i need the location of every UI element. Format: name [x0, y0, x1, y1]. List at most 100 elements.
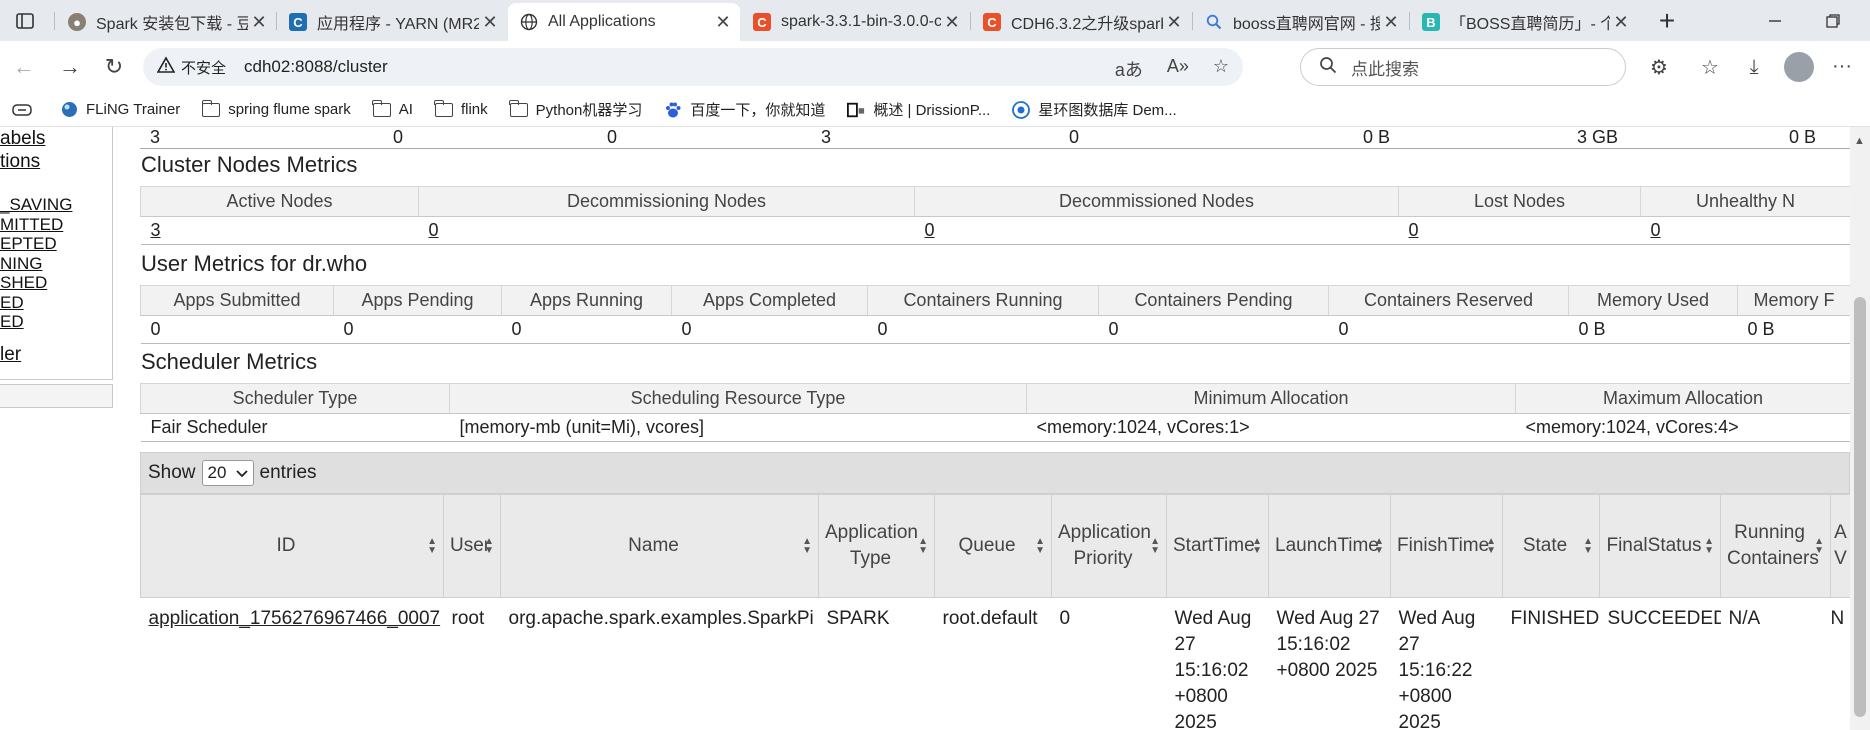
folder-icon: [434, 99, 453, 118]
new-tab-button[interactable]: +: [1654, 5, 1680, 36]
bookmark-transwarp[interactable]: 星环图数据库 Dem...: [1012, 99, 1177, 120]
folder-icon: [509, 99, 528, 118]
column-header-queue[interactable]: Queue ▲ ▼: [934, 494, 1052, 598]
cluster-metrics-row: 3 0 0 3 0 0 B 3 GB 0 B: [140, 127, 1850, 149]
nav-applications[interactable]: tions: [0, 151, 40, 173]
tab-all-applications[interactable]: All Applications ✕: [508, 3, 740, 41]
nav-submitted[interactable]: MITTED: [0, 215, 63, 235]
bookmark-fling-trainer[interactable]: FLiNG Trainer: [60, 101, 180, 118]
downloads-icon[interactable]: ⤓: [1740, 53, 1768, 81]
maximum-allocation-value: <memory:1024, vCores:4>: [1515, 413, 1850, 442]
metric-value: 0: [1328, 315, 1569, 344]
sort-icon: ▲ ▼: [1486, 536, 1496, 556]
decommissioning-nodes-link[interactable]: 0: [418, 216, 915, 245]
bookmark-folder-spring[interactable]: spring flume spark: [201, 99, 351, 118]
tab-boss-resume[interactable]: B 「BOSS直聘简历」- 个人 ✕: [1410, 3, 1638, 41]
app-name: org.apache.spark.examples.SparkPi: [508, 608, 814, 629]
tab-yarn-apps[interactable]: C 应用程序 - YARN (MR2 Included) ✕: [277, 3, 507, 41]
sort-icon: ▲ ▼: [1252, 536, 1262, 556]
resource-type-value: [memory-mb (unit=Mi), vcores]: [449, 413, 1027, 442]
translate-icon[interactable]: aあ: [1115, 56, 1143, 82]
reload-icon[interactable]: ↻: [100, 53, 128, 81]
back-icon[interactable]: ←: [10, 53, 38, 81]
nav-scheduler[interactable]: ler: [0, 344, 21, 366]
favorite-star-icon[interactable]: ☆: [1213, 56, 1229, 82]
read-aloud-icon[interactable]: A»: [1167, 56, 1189, 82]
app-queue: root.default: [942, 608, 1038, 629]
close-tab-icon[interactable]: ✕: [1610, 12, 1632, 33]
cluster-metric-value: 0 B: [1789, 127, 1817, 147]
scrollbar-thumb[interactable]: [1854, 297, 1866, 717]
tab-spark-download[interactable]: ● Spark 安装包下载 - 豆包 ✕: [56, 3, 276, 41]
extensions-icon[interactable]: ⚙: [1645, 53, 1673, 81]
column-header: Containers Reserved: [1328, 285, 1569, 316]
app-type: SPARK: [826, 608, 890, 629]
column-header-priority[interactable]: Application Priority ▲ ▼: [1051, 494, 1167, 598]
close-tab-icon[interactable]: ✕: [479, 12, 501, 33]
metric-value: 0: [671, 315, 868, 344]
column-header: Active Nodes: [140, 186, 419, 217]
nav-killed[interactable]: ED: [0, 312, 24, 332]
bookmark-drissionpage[interactable]: 概述 | DrissionP...: [847, 99, 990, 120]
vertical-scrollbar[interactable]: ▲: [1850, 127, 1870, 730]
tab-spark-bin[interactable]: C spark-3.3.1-bin-3.0.0-cdh6.3.2 ✕: [741, 3, 969, 41]
unhealthy-nodes-link[interactable]: 0: [1640, 216, 1850, 245]
decommissioned-nodes-link[interactable]: 0: [914, 216, 1399, 245]
nav-finished[interactable]: SHED: [0, 273, 47, 293]
address-bar[interactable]: 不安全 cdh02:8088/cluster aあ A» ☆: [143, 48, 1243, 86]
scheduler-type-value: Fair Scheduler: [140, 413, 450, 442]
forward-icon[interactable]: →: [56, 53, 84, 81]
search-box[interactable]: 点此搜索: [1300, 48, 1626, 86]
restore-icon[interactable]: [1820, 8, 1846, 34]
lost-nodes-link[interactable]: 0: [1398, 216, 1641, 245]
reading-list-icon[interactable]: [12, 103, 32, 117]
search-placeholder: 点此搜索: [1351, 59, 1419, 79]
close-tab-icon[interactable]: ✕: [941, 12, 963, 33]
url-text[interactable]: cdh02:8088/cluster: [244, 57, 388, 77]
metric-value: 0: [333, 315, 502, 344]
baidu-icon: [664, 102, 682, 118]
nav-running[interactable]: NING: [0, 254, 43, 274]
app-launchtime: Wed Aug 27 15:16:02 +0800 2025: [1276, 608, 1380, 681]
column-header-user[interactable]: User ▲ ▼: [443, 494, 501, 598]
minimize-icon[interactable]: [1762, 8, 1788, 34]
column-header-application-type[interactable]: Application Type ▲ ▼: [818, 494, 935, 598]
more-menu-icon[interactable]: ···: [1832, 55, 1852, 78]
bookmark-folder-python[interactable]: Python机器学习: [509, 99, 642, 120]
column-header: Unhealthy N: [1640, 186, 1850, 217]
active-nodes-link[interactable]: 3: [140, 216, 419, 245]
datatable-length-bar: Show 20 entries: [140, 452, 1850, 494]
scroll-up-icon[interactable]: ▲: [1854, 135, 1865, 147]
bookmark-folder-ai[interactable]: AI: [372, 99, 413, 118]
close-tab-icon[interactable]: ✕: [248, 12, 270, 33]
close-tab-icon[interactable]: ✕: [1380, 12, 1402, 33]
nav-new-saving[interactable]: _SAVING: [0, 195, 72, 215]
column-header-running-containers[interactable]: Running Containers ▲ ▼: [1720, 494, 1831, 598]
column-header-finishtime[interactable]: FinishTime ▲ ▼: [1390, 494, 1503, 598]
bookmark-baidu[interactable]: 百度一下，你就知道: [664, 99, 825, 120]
entries-select[interactable]: 20: [201, 460, 254, 486]
application-id-link[interactable]: application_1756276967466_0007: [141, 598, 444, 730]
column-header: Lost Nodes: [1398, 186, 1641, 217]
column-header-id[interactable]: ID ▲ ▼: [140, 494, 444, 598]
column-header-starttime[interactable]: StartTime ▲ ▼: [1166, 494, 1269, 598]
column-header: Apps Running: [501, 285, 672, 316]
column-header-launchtime[interactable]: LaunchTime ▲ ▼: [1268, 494, 1391, 598]
column-header-state[interactable]: State ▲ ▼: [1502, 494, 1600, 598]
nav-failed[interactable]: ED: [0, 293, 24, 313]
column-header-name[interactable]: Name ▲ ▼: [500, 494, 819, 598]
profile-avatar[interactable]: [1784, 52, 1814, 82]
tab-actions-icon[interactable]: [12, 8, 38, 34]
nav-node-labels[interactable]: abels: [0, 128, 45, 150]
column-header-finalstatus[interactable]: FinalStatus ▲ ▼: [1599, 494, 1721, 598]
close-tab-icon[interactable]: ✕: [1163, 12, 1185, 33]
nav-accepted[interactable]: EPTED: [0, 234, 57, 254]
tab-cdh-upgrade[interactable]: C CDH6.3.2之升级spark-3.3.1 ✕: [971, 3, 1191, 41]
column-header-clipped[interactable]: A V: [1830, 494, 1850, 598]
close-tab-icon[interactable]: ✕: [712, 12, 734, 33]
bookmark-folder-flink[interactable]: flink: [434, 99, 488, 118]
tab-boss-search[interactable]: booss直聘网官网 - 搜索 ✕: [1193, 3, 1408, 41]
sort-icon: ▲ ▼: [802, 536, 812, 556]
favorites-icon[interactable]: ☆: [1696, 53, 1724, 81]
user-metrics-title: User Metrics for dr.who: [141, 251, 368, 276]
